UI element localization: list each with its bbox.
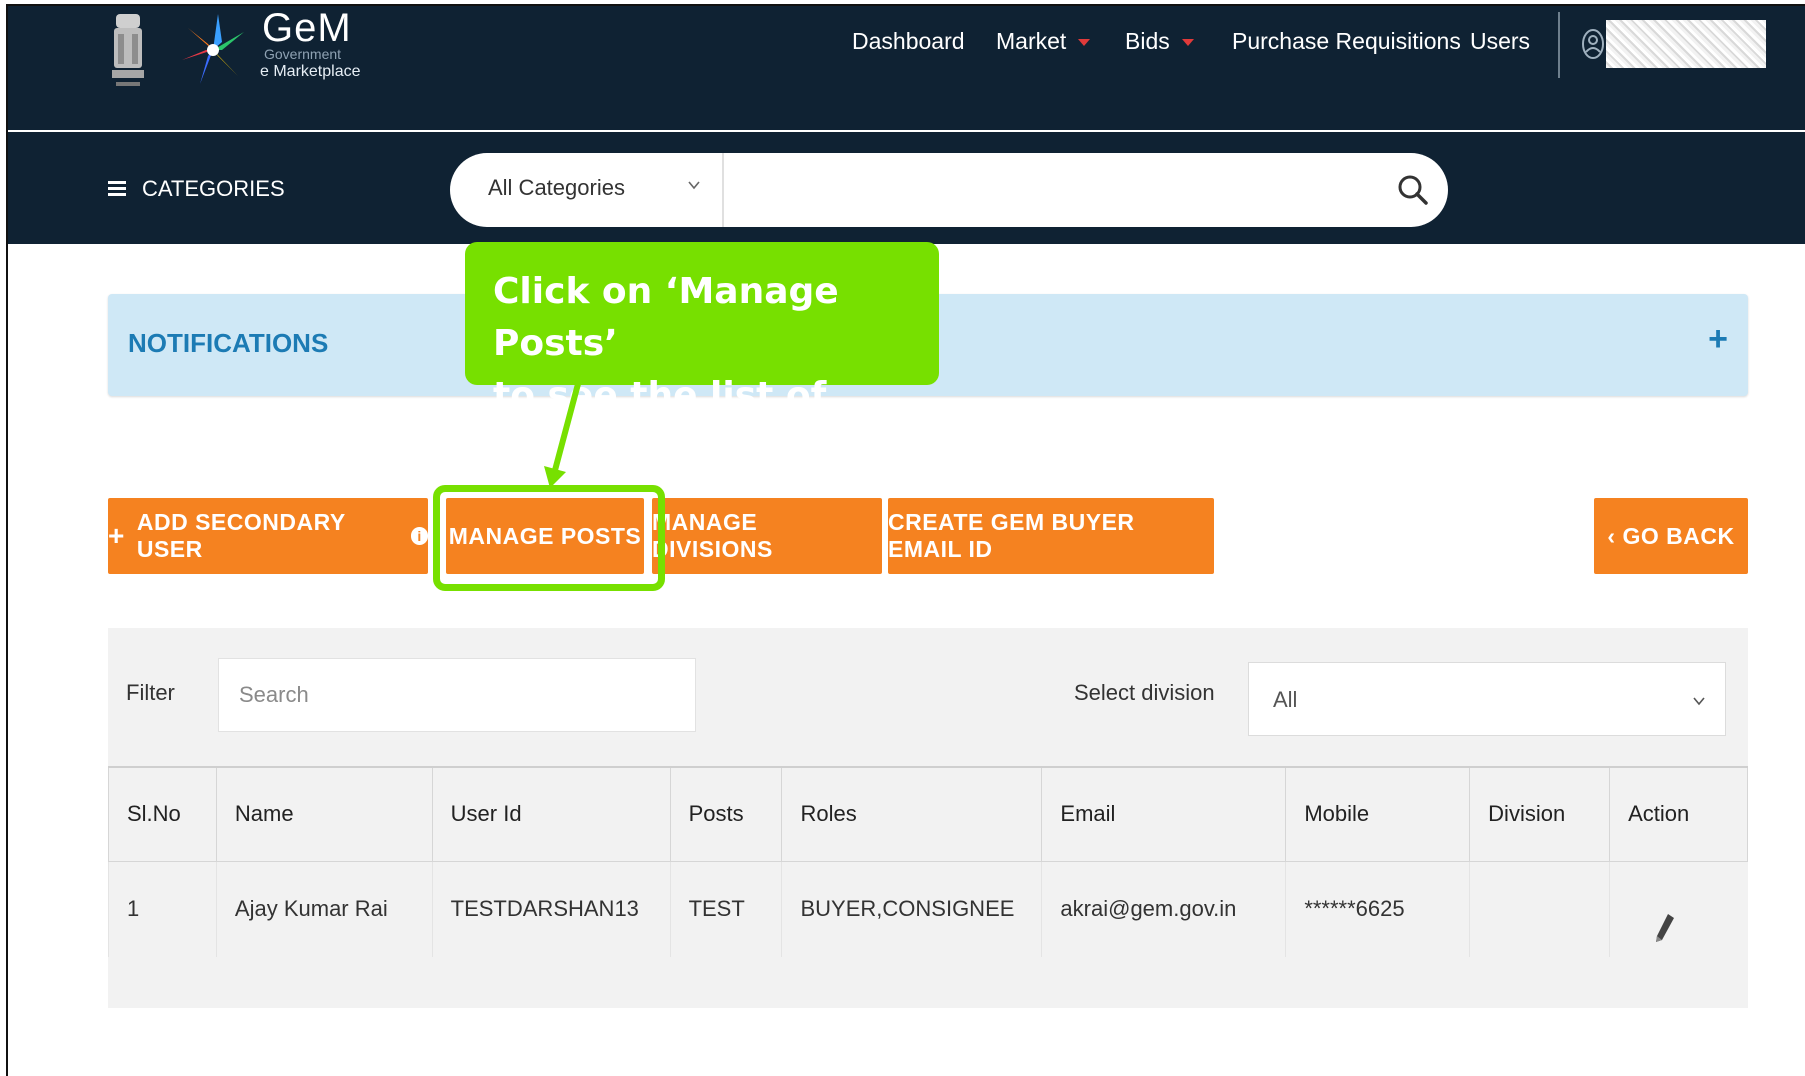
nav-divider	[1558, 12, 1560, 78]
nav-bids[interactable]: Bids	[1125, 28, 1194, 55]
cell-posts: TEST	[669, 861, 782, 957]
manage-posts-highlight	[433, 485, 665, 591]
cell-email: akrai@gem.gov.in	[1041, 861, 1286, 957]
table-header-row: Sl.No Name User Id Posts Roles Email Mob…	[108, 766, 1748, 862]
column-header: Name	[215, 766, 433, 862]
cell-division	[1469, 861, 1610, 957]
division-value: All	[1273, 687, 1298, 712]
search-input[interactable]	[218, 658, 696, 732]
go-back-button[interactable]: ‹ GO BACK	[1594, 498, 1748, 574]
search-icon[interactable]	[1396, 173, 1430, 207]
hamburger-menu-icon	[108, 181, 126, 197]
column-header: Email	[1041, 766, 1287, 862]
column-header: Sl.No	[108, 766, 217, 862]
notifications-title: NOTIFICATIONS	[128, 328, 329, 358]
users-panel: Filter Select division All Sl.No Name Us…	[108, 628, 1748, 1008]
column-header: Action	[1609, 766, 1748, 862]
caret-down-icon	[1078, 39, 1091, 47]
create-email-label: CREATE GEM BUYER EMAIL ID	[888, 509, 1135, 562]
category-bar: CATEGORIES All Categories	[8, 132, 1805, 244]
nav-market-label: Market	[996, 28, 1067, 54]
nav-bids-label: Bids	[1125, 28, 1170, 54]
nav-dashboard[interactable]: Dashboard	[852, 28, 965, 55]
cell-action	[1609, 861, 1748, 957]
category-select[interactable]: All Categories	[488, 175, 625, 201]
column-header: User Id	[431, 766, 671, 862]
cell-mobile: ******6625	[1285, 861, 1470, 957]
nav-purchase-requisitions-label: Purchase Requisitions	[1232, 28, 1461, 54]
edit-pencil-icon[interactable]	[1654, 912, 1676, 944]
division-select[interactable]: All	[1248, 662, 1726, 736]
column-header: Mobile	[1285, 766, 1471, 862]
categories-menu[interactable]: CATEGORIES	[108, 176, 285, 202]
search-divider	[722, 153, 724, 227]
user-icon[interactable]	[1580, 28, 1606, 60]
categories-label: CATEGORIES	[142, 176, 285, 201]
user-name-redacted[interactable]	[1606, 20, 1766, 68]
brand-subtitle: Government	[264, 46, 342, 62]
plus-icon: +	[108, 520, 125, 551]
nav-market[interactable]: Market	[996, 28, 1091, 55]
column-header: Division	[1469, 766, 1611, 862]
add-secondary-user-button[interactable]: + ADD SECONDARY USER i	[108, 498, 428, 574]
column-header: Posts	[669, 766, 783, 862]
expand-plus-icon[interactable]: +	[1708, 320, 1728, 359]
search-bar: All Categories	[450, 153, 1448, 227]
caret-down-icon	[1181, 39, 1194, 47]
select-division-label: Select division	[1074, 680, 1215, 705]
nav-purchase-requisitions[interactable]: Purchase Requisitions	[1232, 28, 1461, 55]
add-secondary-user-label: ADD SECONDARY USER	[136, 509, 346, 562]
callout-arrow-icon	[544, 384, 581, 488]
table-row: 1 Ajay Kumar Rai TESTDARSHAN13 TEST BUYE…	[108, 861, 1748, 957]
nav-dashboard-label: Dashboard	[852, 28, 965, 54]
brand-title: GeM	[262, 6, 352, 50]
go-back-label: ‹ GO BACK	[1607, 522, 1735, 549]
cell-roles: BUYER,CONSIGNEE	[781, 861, 1042, 957]
brand-subtitle-2: e Marketplace	[260, 63, 361, 80]
chevron-down-icon[interactable]	[686, 177, 702, 193]
filter-label: Filter	[126, 680, 175, 705]
manage-divisions-button[interactable]: MANAGE DIVISIONS	[652, 498, 882, 574]
column-header: Roles	[781, 766, 1043, 862]
top-header: GeM Government e Marketplace Dashboard M…	[8, 6, 1805, 130]
cell-name: Ajay Kumar Rai	[215, 861, 433, 957]
gem-logo-icon[interactable]	[178, 10, 248, 90]
callout-line-1: Click on ‘Manage Posts’	[493, 271, 839, 364]
users-table: Sl.No Name User Id Posts Roles Email Mob…	[108, 766, 1748, 957]
create-gem-buyer-email-button[interactable]: CREATE GEM BUYER EMAIL ID	[888, 498, 1214, 574]
national-emblem-icon	[112, 14, 144, 86]
cell-user-id: TESTDARSHAN13	[431, 861, 671, 957]
nav-users[interactable]: Users	[1470, 28, 1530, 55]
app-frame: GeM Government e Marketplace Dashboard M…	[6, 4, 1805, 1076]
chevron-down-icon	[1693, 697, 1705, 706]
manage-divisions-label: MANAGE DIVISIONS	[652, 509, 773, 562]
cell-sl-no: 1	[108, 861, 217, 957]
nav-users-label: Users	[1470, 28, 1531, 54]
info-icon[interactable]: i	[411, 527, 428, 545]
instruction-callout: Click on ‘Manage Posts’ to see the list …	[465, 242, 939, 468]
